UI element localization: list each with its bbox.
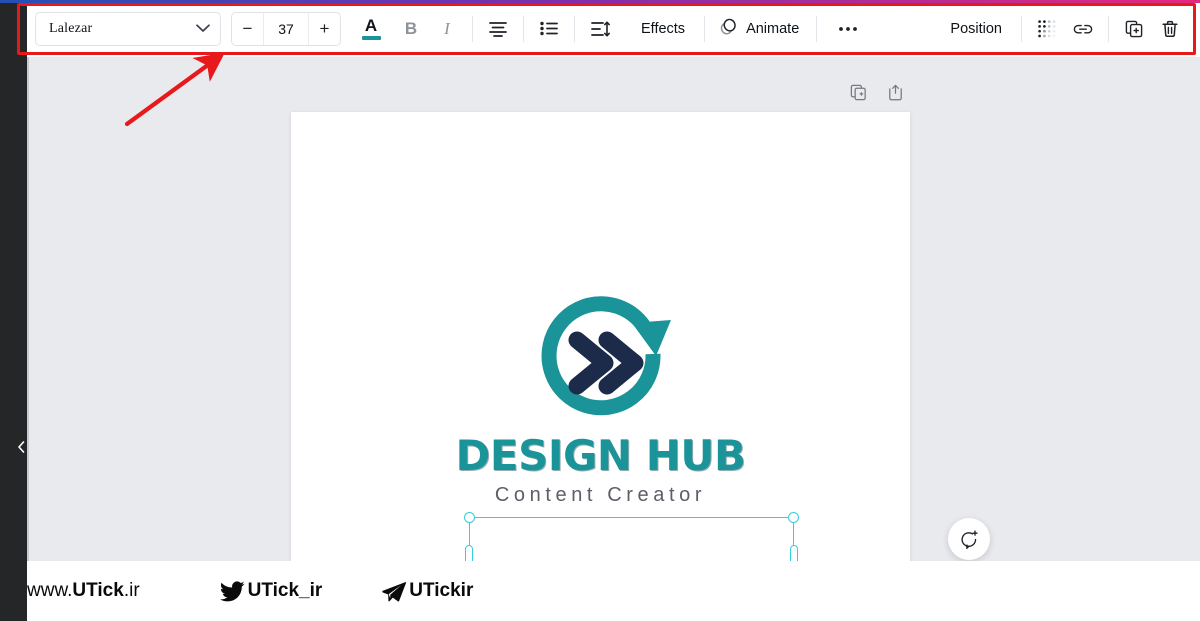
circular-arrow-chevrons-logo: [519, 287, 683, 439]
duplicate-page-icon[interactable]: [849, 83, 868, 107]
toolbar-controls: Lalezar − 37 + A B I Effects Animate Pos…: [27, 0, 1200, 57]
watermark-website: www. UTick .ir: [27, 580, 140, 602]
canva-editor: DESIGN HUB Content Creator www. UTick .i…: [0, 0, 1200, 621]
toolbar-divider: [574, 15, 575, 42]
text-toolbar: Lalezar − 37 + A B I Effects Animate Pos…: [0, 0, 1200, 57]
italic-icon[interactable]: I: [429, 11, 465, 47]
canvas-area[interactable]: DESIGN HUB Content Creator: [29, 57, 1200, 621]
browser-progress-line: [0, 0, 1200, 3]
font-size-input[interactable]: 37: [263, 12, 309, 45]
toolbar-divider: [816, 15, 818, 42]
watermark-bold: UTick_ir: [247, 580, 323, 601]
resize-handle-top-right[interactable]: [788, 512, 799, 523]
watermark-bold: UTickir: [409, 580, 474, 601]
sidebar-seam: [27, 57, 29, 621]
text-color-letter: A: [364, 16, 378, 35]
resize-handle-top-left[interactable]: [464, 512, 475, 523]
toolbar-divider: [704, 15, 706, 42]
toolbar-divider: [523, 15, 524, 42]
watermark-twitter: UTick_ir: [219, 580, 323, 602]
chevron-down-icon: [196, 24, 210, 33]
duplicate-icon[interactable]: [1116, 11, 1152, 47]
text-color-icon[interactable]: A: [353, 11, 389, 47]
watermark-bold: UTick: [72, 580, 124, 601]
toolbar-divider: [1021, 15, 1022, 42]
watermark-suffix: .ir: [123, 580, 140, 601]
line-spacing-icon[interactable]: [582, 11, 618, 47]
left-sidebar-rail: [0, 57, 27, 621]
watermark-telegram: UTickir: [382, 580, 473, 602]
font-size-stepper[interactable]: − 37 +: [231, 11, 341, 46]
link-icon[interactable]: [1065, 11, 1101, 47]
more-options-icon[interactable]: [824, 11, 872, 47]
animate-label: Animate: [746, 20, 800, 37]
comment-plus-icon[interactable]: [948, 518, 990, 560]
twitter-bird-icon: [219, 580, 245, 602]
design-page[interactable]: DESIGN HUB Content Creator: [291, 112, 910, 572]
trash-icon[interactable]: [1152, 11, 1188, 47]
transparency-icon[interactable]: [1029, 11, 1065, 47]
animate-button[interactable]: Animate: [712, 11, 809, 47]
toolbar-left-strip: [0, 0, 27, 57]
watermark-bar: www. UTick .ir UTick_ir UTickir: [27, 561, 1200, 621]
toolbar-divider: [472, 15, 473, 42]
font-size-increase-button[interactable]: +: [309, 13, 340, 45]
add-page-icon[interactable]: [886, 83, 905, 107]
logo-title: DESIGN HUB: [455, 431, 746, 480]
bold-icon[interactable]: B: [393, 11, 429, 47]
logo-group[interactable]: DESIGN HUB Content Creator: [291, 287, 910, 507]
watermark-prefix: www.: [27, 580, 73, 601]
align-center-icon[interactable]: [480, 11, 516, 47]
position-button[interactable]: Position: [938, 11, 1014, 47]
font-family-value: Lalezar: [49, 20, 93, 36]
toolbar-divider: [1108, 15, 1109, 42]
effects-button[interactable]: Effects: [629, 11, 697, 47]
page-tools: [849, 83, 905, 107]
bulleted-list-icon[interactable]: [531, 11, 567, 47]
animate-icon: [718, 16, 739, 42]
telegram-plane-icon: [382, 581, 407, 602]
font-family-select[interactable]: Lalezar: [35, 11, 221, 46]
chevron-left-icon[interactable]: [14, 440, 28, 454]
sidebar-notch: [0, 387, 27, 619]
logo-subtitle: Content Creator: [494, 484, 707, 506]
font-size-decrease-button[interactable]: −: [232, 13, 263, 45]
text-color-swatch: [361, 36, 381, 40]
